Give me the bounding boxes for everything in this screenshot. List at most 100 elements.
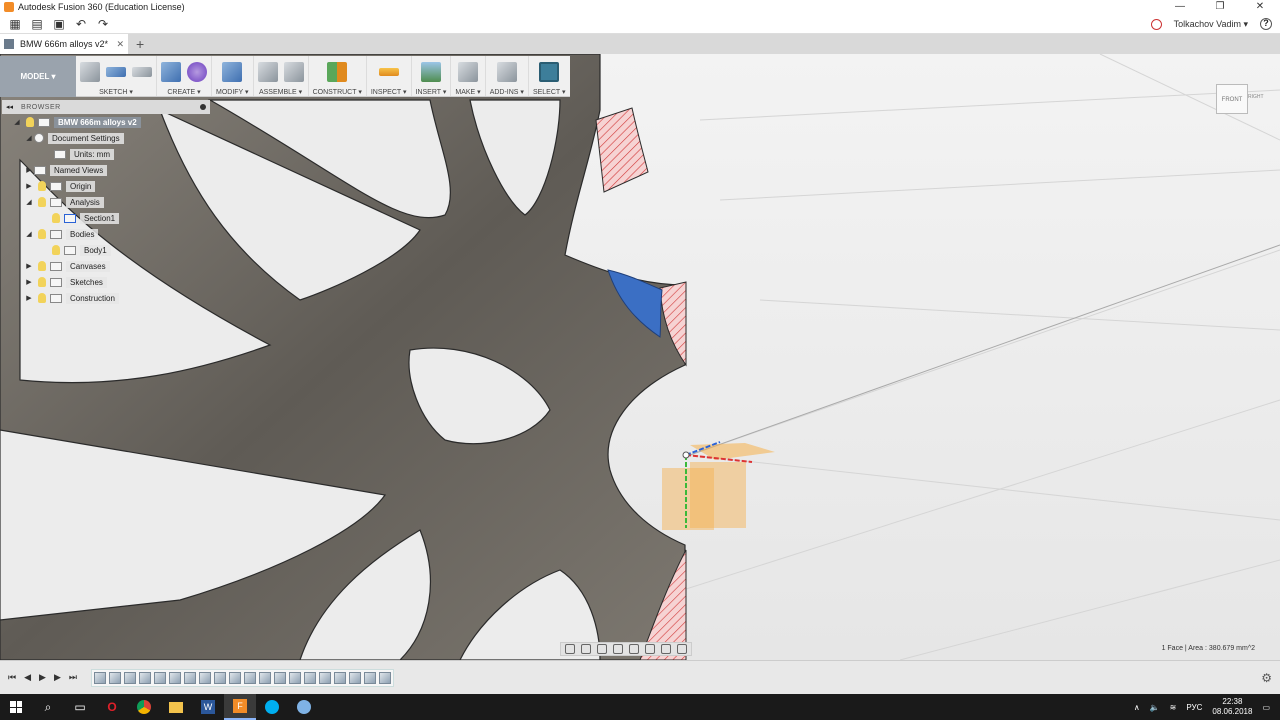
insert-image-icon[interactable] xyxy=(420,62,441,82)
modify-menu[interactable]: MODIFY ▾ xyxy=(216,88,249,96)
expand-arrow-icon[interactable]: ◢ xyxy=(12,118,22,126)
timeline-feature[interactable] xyxy=(183,671,196,684)
browser-item-document-settings[interactable]: ◢ Document Settings xyxy=(2,130,210,146)
fusion-taskbar-icon[interactable]: F xyxy=(224,694,256,720)
network-icon[interactable]: ≋ xyxy=(1170,703,1177,712)
press-pull-icon[interactable] xyxy=(222,62,243,82)
play-icon[interactable]: ▶ xyxy=(39,672,46,683)
browser-item-analysis[interactable]: ◢ Analysis xyxy=(2,194,210,210)
browser-item-canvases[interactable]: ▶ Canvases xyxy=(2,258,210,274)
new-component-icon[interactable] xyxy=(257,62,278,82)
document-tab[interactable]: BMW 666m alloys v2* ✕ xyxy=(0,34,128,54)
task-view-icon[interactable]: ▭ xyxy=(64,694,96,720)
timeline-settings-gear-icon[interactable]: ⚙ xyxy=(1261,671,1272,685)
expand-arrow-icon[interactable]: ▶ xyxy=(24,294,34,302)
add-ins-menu[interactable]: ADD-INS ▾ xyxy=(490,88,524,96)
construct-menu[interactable]: CONSTRUCT ▾ xyxy=(313,88,362,96)
maximize-button[interactable]: ❐ xyxy=(1200,0,1240,14)
timeline-feature[interactable] xyxy=(258,671,271,684)
display-settings-icon[interactable] xyxy=(645,644,655,654)
browser-item-body1[interactable]: Body1 xyxy=(2,242,210,258)
timeline-feature[interactable] xyxy=(288,671,301,684)
word-icon[interactable]: W xyxy=(192,694,224,720)
start-button[interactable] xyxy=(0,694,32,720)
viewports-icon[interactable] xyxy=(677,644,687,654)
look-at-icon[interactable] xyxy=(581,644,591,654)
taskbar-clock[interactable]: 22:38 08.06.2018 xyxy=(1212,697,1252,717)
apps-grid-icon[interactable]: ▦ xyxy=(8,17,22,31)
expand-arrow-icon[interactable]: ◢ xyxy=(24,134,34,142)
paint-icon[interactable] xyxy=(288,694,320,720)
view-cube[interactable]: FRONT RIGHT xyxy=(1212,78,1264,118)
step-forward-icon[interactable]: ▶ xyxy=(54,672,61,683)
expand-arrow-icon[interactable]: ▶ xyxy=(24,166,34,174)
sketch-menu[interactable]: SKETCH ▾ xyxy=(99,88,133,96)
timeline-feature[interactable] xyxy=(318,671,331,684)
make-menu[interactable]: MAKE ▾ xyxy=(455,88,480,96)
new-tab-button[interactable]: + xyxy=(136,34,144,54)
timeline-feature[interactable] xyxy=(123,671,136,684)
visibility-bulb-icon[interactable] xyxy=(38,197,46,207)
pan-icon[interactable] xyxy=(597,644,607,654)
expand-arrow-icon[interactable]: ▶ xyxy=(24,278,34,286)
browser-item-origin[interactable]: ▶ Origin xyxy=(2,178,210,194)
inspect-menu[interactable]: INSPECT ▾ xyxy=(371,88,407,96)
add-ins-group[interactable]: ADD-INS ▾ xyxy=(486,56,529,96)
timeline-feature[interactable] xyxy=(168,671,181,684)
select-menu[interactable]: SELECT ▾ xyxy=(533,88,566,96)
grid-icon[interactable] xyxy=(661,644,671,654)
create-sketch-icon[interactable] xyxy=(80,62,100,82)
zoom-icon[interactable] xyxy=(613,644,623,654)
create-menu[interactable]: CREATE ▾ xyxy=(167,88,200,96)
browser-item-named-views[interactable]: ▶ Named Views xyxy=(2,162,210,178)
inspect-group[interactable]: INSPECT ▾ xyxy=(367,56,412,96)
timeline-feature[interactable] xyxy=(213,671,226,684)
visibility-bulb-icon[interactable] xyxy=(38,293,46,303)
expand-arrow-icon[interactable]: ◢ xyxy=(24,198,34,206)
timeline-feature[interactable] xyxy=(333,671,346,684)
search-icon[interactable]: ⌕ xyxy=(32,694,64,720)
create-group[interactable]: CREATE ▾ xyxy=(157,56,212,96)
opera-icon[interactable]: O xyxy=(96,694,128,720)
timeline-feature[interactable] xyxy=(348,671,361,684)
browser-item-bodies[interactable]: ◢ Bodies xyxy=(2,226,210,242)
browser-minimize-icon[interactable] xyxy=(200,104,206,110)
help-icon[interactable]: ? xyxy=(1260,18,1272,30)
timeline-feature[interactable] xyxy=(378,671,391,684)
view-cube-front-face[interactable]: FRONT xyxy=(1216,84,1248,114)
expand-arrow-icon[interactable]: ▶ xyxy=(24,182,34,190)
notifications-icon[interactable]: ▭ xyxy=(1262,703,1270,712)
make-group[interactable]: MAKE ▾ xyxy=(451,56,486,96)
browser-item-construction[interactable]: ▶ Construction xyxy=(2,290,210,306)
insert-menu[interactable]: INSERT ▾ xyxy=(416,88,447,96)
save-icon[interactable]: ▣ xyxy=(52,17,66,31)
timeline-feature[interactable] xyxy=(198,671,211,684)
expand-arrow-icon[interactable]: ◢ xyxy=(24,230,34,238)
assemble-menu[interactable]: ASSEMBLE ▾ xyxy=(259,88,302,96)
timeline-feature[interactable] xyxy=(228,671,241,684)
browser-header[interactable]: ◂◂ BROWSER xyxy=(2,100,210,114)
file-explorer-icon[interactable] xyxy=(160,694,192,720)
expand-arrow-icon[interactable]: ▶ xyxy=(24,262,34,270)
offset-plane-icon[interactable] xyxy=(327,62,348,82)
joint-icon[interactable] xyxy=(283,62,304,82)
extrude-icon[interactable] xyxy=(161,62,181,82)
timeline-feature[interactable] xyxy=(243,671,256,684)
3d-print-icon[interactable] xyxy=(458,62,479,82)
select-cursor-icon[interactable] xyxy=(539,62,560,82)
fit-icon[interactable] xyxy=(629,644,639,654)
orbit-icon[interactable] xyxy=(565,644,575,654)
timeline-feature[interactable] xyxy=(138,671,151,684)
browser-item-section1[interactable]: Section1 xyxy=(2,210,210,226)
scripts-icon[interactable] xyxy=(496,62,517,82)
workspace-switcher[interactable]: MODEL ▾ xyxy=(0,56,76,97)
close-button[interactable]: ✕ xyxy=(1240,0,1280,14)
rectangle-icon[interactable] xyxy=(132,67,152,77)
construct-group[interactable]: CONSTRUCT ▾ xyxy=(309,56,367,96)
chrome-icon[interactable] xyxy=(128,694,160,720)
timeline-feature[interactable] xyxy=(363,671,376,684)
insert-group[interactable]: INSERT ▾ xyxy=(412,56,452,96)
timeline-feature[interactable] xyxy=(108,671,121,684)
timeline-feature[interactable] xyxy=(303,671,316,684)
job-status-icon[interactable] xyxy=(1150,18,1162,30)
